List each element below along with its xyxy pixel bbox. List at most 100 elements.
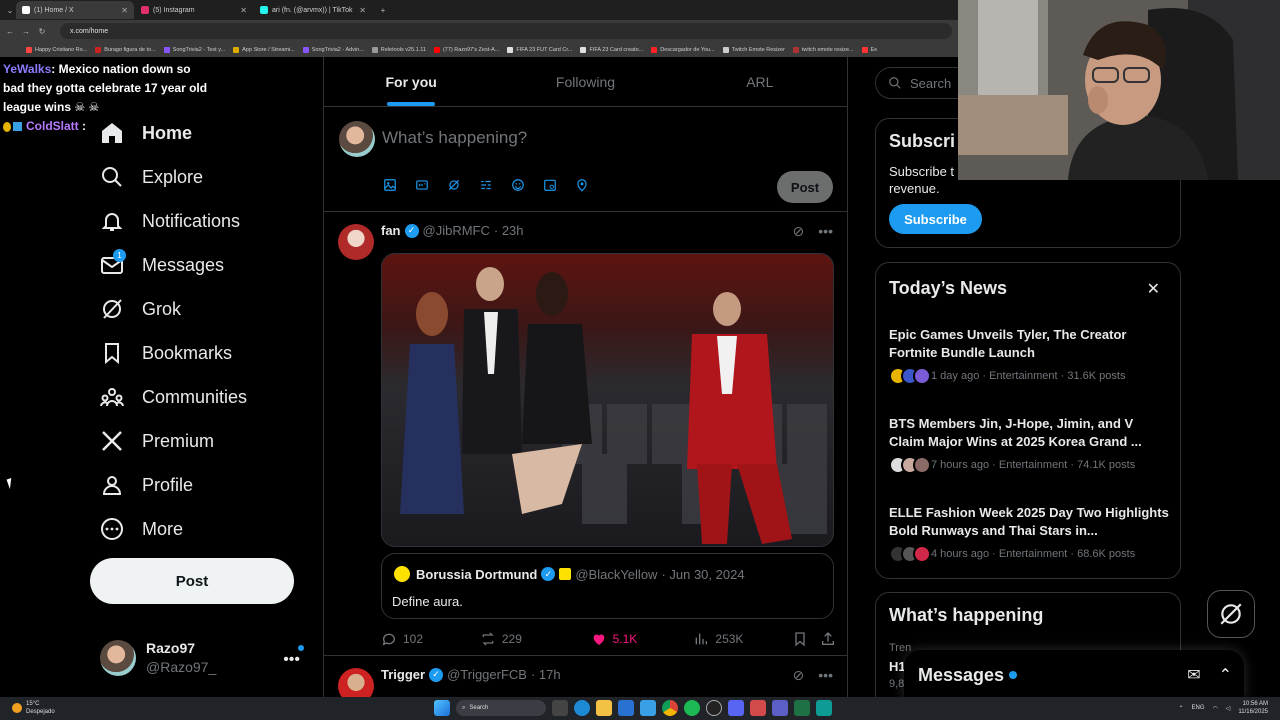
excel-icon[interactable] — [794, 700, 810, 716]
app-icon[interactable] — [816, 700, 832, 716]
avatar[interactable] — [338, 668, 374, 697]
forward-icon[interactable]: → — [20, 27, 32, 36]
close-tab-icon[interactable]: ✕ — [121, 6, 128, 15]
close-tab-icon[interactable]: ✕ — [359, 6, 366, 15]
more-options-icon[interactable]: ••• — [283, 651, 300, 669]
views-button[interactable]: 253K — [693, 631, 792, 647]
tray-overflow-icon[interactable]: ⌃ — [1178, 705, 1183, 712]
emoji-icon[interactable] — [510, 177, 526, 193]
expand-icon[interactable]: ⌃ — [1219, 665, 1232, 685]
bookmark-item[interactable]: App Store / Streami... — [233, 46, 295, 53]
weather-widget[interactable]: 15°C Despejado — [12, 700, 55, 716]
nav-communities[interactable]: Communities — [100, 382, 247, 412]
close-icon[interactable]: ✕ — [1147, 279, 1160, 299]
app-icon[interactable] — [750, 700, 766, 716]
browser-tab-tiktok[interactable]: ari (fn. (@arvmx)) | TikTok ✕ — [254, 1, 372, 19]
account-switcher[interactable]: Razo97 @Razo97_ ••• — [100, 639, 310, 677]
discord-icon[interactable] — [728, 700, 744, 716]
more-options-icon[interactable]: ••• — [818, 223, 833, 240]
store-icon[interactable] — [618, 700, 634, 716]
nav-notifications[interactable]: Notifications — [100, 206, 240, 236]
nav-explore[interactable]: Explore — [100, 162, 203, 192]
nav-bookmarks[interactable]: Bookmarks — [100, 338, 232, 368]
quoted-author-name[interactable]: Borussia Dortmund — [416, 567, 537, 582]
quoted-tweet[interactable]: Borussia Dortmund ✓ @BlackYellow · Jun 3… — [381, 553, 834, 619]
bookmark-item[interactable]: Happy Cristiano Ro... — [26, 46, 87, 53]
tweet-author-name[interactable]: fan — [381, 223, 401, 238]
tab-list-icon[interactable]: ⌄ — [4, 6, 16, 15]
grok-icon[interactable]: ⊘ — [793, 667, 805, 684]
image-icon[interactable] — [382, 177, 398, 193]
bookmark-item[interactable]: twitch emote resize... — [792, 46, 854, 53]
new-tab-button[interactable]: + — [377, 6, 389, 15]
tweet-time[interactable]: · 23h — [494, 223, 524, 238]
news-item[interactable]: ELLE Fashion Week 2025 Day Two Highlight… — [889, 504, 1169, 563]
back-icon[interactable]: ← — [4, 27, 16, 36]
news-item[interactable]: BTS Members Jin, J-Hope, Jimin, and V Cl… — [889, 415, 1169, 474]
tweet-author-handle[interactable]: @JibRMFC — [423, 223, 490, 238]
grok-icon[interactable] — [446, 177, 462, 193]
avatar[interactable] — [338, 224, 374, 260]
reload-icon[interactable]: ↻ — [36, 27, 48, 36]
bookmark-item[interactable]: SongTrivia2 - Test y... — [163, 46, 225, 53]
grok-icon[interactable]: ⊘ — [793, 223, 805, 240]
spotify-icon[interactable] — [684, 700, 700, 716]
poll-icon[interactable] — [478, 177, 494, 193]
grok-floating-button[interactable] — [1207, 590, 1255, 638]
tweet-image[interactable] — [381, 253, 834, 547]
file-explorer-icon[interactable] — [596, 700, 612, 716]
teams-icon[interactable] — [772, 700, 788, 716]
obs-icon[interactable] — [706, 700, 722, 716]
close-tab-icon[interactable]: ✕ — [240, 6, 247, 15]
windows-start-icon[interactable] — [434, 700, 450, 716]
tweet[interactable]: Trigger ✓ @TriggerFCB · 17h ⊘ ••• — [324, 657, 847, 697]
bookmark-item[interactable]: SongTrivia2 - Advin... — [302, 46, 364, 53]
post-button[interactable]: Post — [90, 558, 294, 604]
repost-button[interactable]: 229 — [480, 631, 591, 647]
quoted-author-handle[interactable]: @BlackYellow — [575, 567, 657, 582]
edge-icon[interactable] — [574, 700, 590, 716]
bookmark-item[interactable]: FIFA 23 FUT Card Cr... — [507, 46, 572, 53]
bookmark-button[interactable] — [792, 631, 814, 647]
tweet-time[interactable]: · 17h — [531, 667, 561, 682]
location-icon[interactable] — [574, 177, 590, 193]
bookmark-item[interactable]: (77) Razo97's Zest-A... — [433, 46, 499, 53]
nav-more[interactable]: More — [100, 514, 183, 544]
volume-icon[interactable]: ◁ — [1226, 705, 1231, 712]
photos-icon[interactable] — [640, 700, 656, 716]
nav-profile[interactable]: Profile — [100, 470, 193, 500]
tweet-author-handle[interactable]: @TriggerFCB — [447, 667, 527, 682]
taskbar-search[interactable]: ⌕ Search — [456, 700, 546, 716]
nav-premium[interactable]: Premium — [100, 426, 214, 456]
reply-button[interactable]: 102 — [381, 631, 480, 647]
new-message-icon[interactable]: ✉ — [1187, 665, 1200, 685]
news-item[interactable]: Epic Games Unveils Tyler, The Creator Fo… — [889, 326, 1169, 385]
browser-tab-instagram[interactable]: (5) Instagram ✕ — [135, 1, 253, 19]
wifi-icon[interactable]: ◠ — [1213, 705, 1218, 712]
like-button[interactable]: 5.1K — [591, 631, 694, 647]
bookmark-item[interactable]: Descargador de You... — [651, 46, 715, 53]
tweet[interactable]: fan ✓ @JibRMFC · 23h ⊘ ••• Borussia Dort… — [324, 213, 847, 656]
quoted-tweet-time[interactable]: · Jun 30, 2024 — [661, 567, 744, 582]
nav-messages[interactable]: 1 Messages — [100, 249, 224, 280]
nav-grok[interactable]: Grok — [100, 294, 181, 324]
bookmark-item[interactable]: Burago figura de to... — [95, 46, 156, 53]
bookmark-item[interactable]: Es — [861, 46, 877, 53]
bookmark-item[interactable]: Twitch Emote Resizer — [722, 46, 785, 53]
messages-drawer[interactable]: Messages ✉ ⌃ — [904, 650, 1244, 700]
clock[interactable]: 10:56 AM 11/16/2025 — [1238, 700, 1268, 716]
subscribe-button[interactable]: Subscribe — [889, 204, 982, 234]
gif-icon[interactable] — [414, 177, 430, 193]
schedule-icon[interactable] — [542, 177, 558, 193]
task-view-icon[interactable] — [552, 700, 568, 716]
composer-post-button[interactable]: Post — [777, 171, 833, 203]
more-options-icon[interactable]: ••• — [818, 667, 833, 684]
share-button[interactable] — [820, 631, 836, 647]
bookmark-item[interactable]: Reletools v25.1.11 — [371, 46, 426, 53]
language-indicator[interactable]: ENG — [1192, 705, 1205, 711]
address-bar[interactable]: x.com/home — [60, 23, 952, 39]
tweet-author-name[interactable]: Trigger — [381, 667, 425, 682]
composer-input[interactable]: What’s happening? — [382, 128, 527, 148]
browser-tab-x[interactable]: (1) Home / X ✕ — [16, 1, 134, 19]
chrome-icon[interactable] — [662, 700, 678, 716]
